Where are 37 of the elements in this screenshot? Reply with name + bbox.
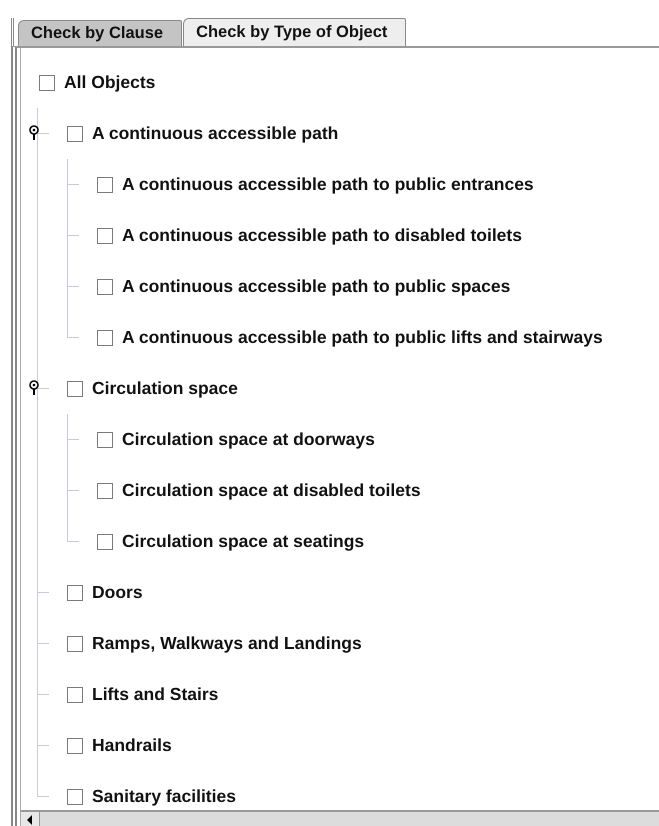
checkbox[interactable]: [67, 126, 83, 142]
checkbox[interactable]: [39, 74, 55, 90]
checkbox[interactable]: [97, 330, 113, 346]
scroll-left-button[interactable]: [21, 812, 40, 826]
horizontal-scrollbar[interactable]: [20, 810, 659, 826]
left-arrow-icon: [27, 815, 33, 825]
tree-item-label[interactable]: A continuous accessible path: [92, 123, 338, 144]
tree-item-label[interactable]: A continuous accessible path to public entrances: [122, 174, 534, 195]
tab[interactable]: Check by Type of Object: [183, 18, 406, 46]
checkbox[interactable]: [97, 432, 113, 448]
tree-item-label[interactable]: Handrails: [92, 735, 172, 756]
tree-item-label[interactable]: Circulation space: [92, 378, 238, 399]
tree-item-label[interactable]: A continuous accessible path to public lifts and stairways: [122, 327, 603, 348]
checkbox[interactable]: [67, 584, 83, 600]
tab[interactable]: Check by Clause: [18, 20, 182, 46]
checkbox[interactable]: [97, 482, 113, 498]
tree-item-label[interactable]: Lifts and Stairs: [92, 684, 218, 705]
checkbox[interactable]: [67, 686, 83, 702]
tree-item-label[interactable]: Doors: [92, 582, 143, 603]
expand-handle-icon[interactable]: [29, 125, 39, 141]
tree-item-label[interactable]: A continuous accessible path to public spaces: [122, 276, 510, 297]
tree-item-label[interactable]: Circulation space at seatings: [122, 531, 364, 552]
tree-item-label[interactable]: All Objects: [64, 72, 156, 93]
checkbox[interactable]: [97, 176, 113, 192]
checkbox[interactable]: [67, 636, 83, 652]
expand-handle-icon[interactable]: [29, 380, 39, 396]
tree-item-label[interactable]: Ramps, Walkways and Landings: [92, 633, 362, 654]
tree-item-label[interactable]: Sanitary facilities: [92, 786, 236, 807]
tree-item-label[interactable]: A continuous accessible path to disabled toilets: [122, 225, 522, 246]
tree-item-label[interactable]: Circulation space at doorways: [122, 429, 375, 450]
checkbox[interactable]: [67, 738, 83, 754]
checkbox[interactable]: [97, 278, 113, 294]
checkbox[interactable]: [97, 228, 113, 244]
checkbox[interactable]: [97, 534, 113, 550]
tree-item-label[interactable]: Circulation space at disabled toilets: [122, 480, 421, 501]
checkbox[interactable]: [67, 788, 83, 804]
checkbox[interactable]: [67, 380, 83, 396]
